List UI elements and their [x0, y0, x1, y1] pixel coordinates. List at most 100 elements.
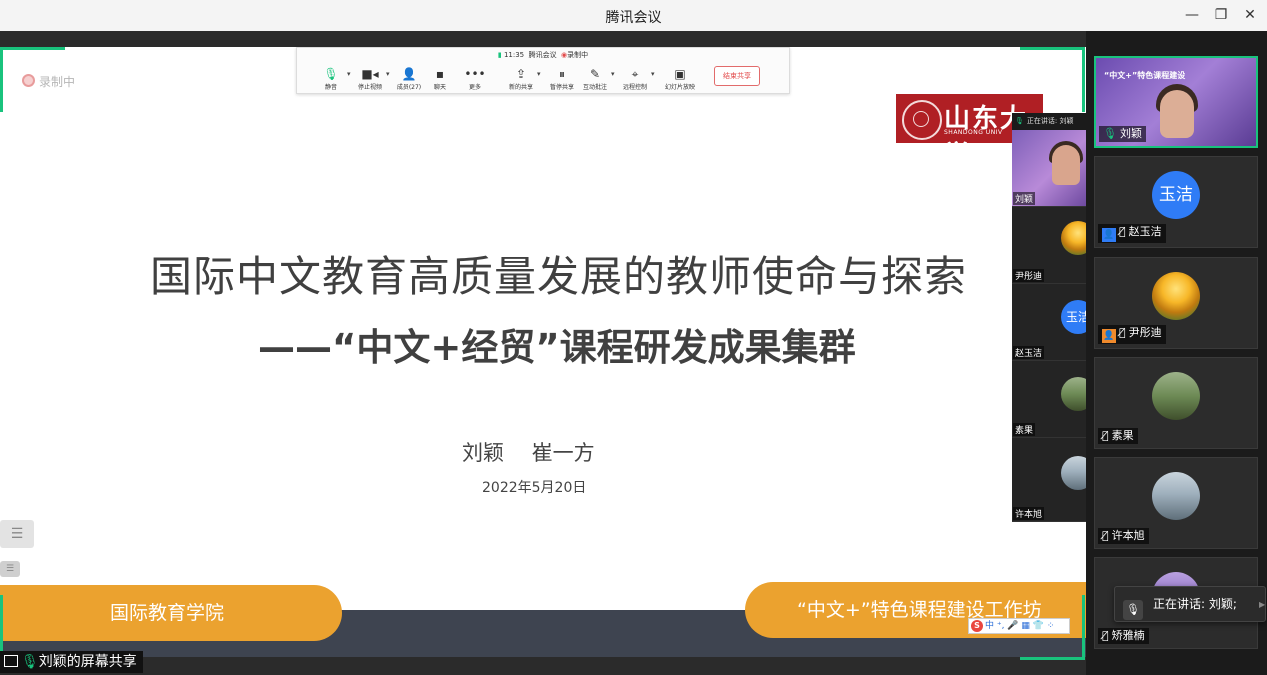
window-title: 腾讯会议 [605, 10, 662, 26]
end-share-button[interactable]: 结束共享 [714, 66, 760, 86]
participant-tile[interactable]: 🎙̸ 素果 [1094, 357, 1258, 449]
mini-speaking-text: 正在讲话: 刘颖 [1026, 117, 1074, 125]
stop-video-button[interactable]: ■◂ 停止视频 [353, 67, 387, 91]
slide-title: 国际中文教育高质量发展的教师使命与探索 [150, 252, 968, 301]
slide-subtitle: ——“中文+经贸”课程研发成果集群 [258, 326, 856, 369]
mini-tile-name: 赵玉洁 [1013, 346, 1045, 359]
tree-avatar [1061, 377, 1086, 411]
mini-tile-name: 尹彤迪 [1013, 269, 1045, 282]
participant-tile-active[interactable]: “中文+”特色课程建设 🎙 刘颖 [1094, 56, 1258, 148]
remote-control-button[interactable]: ⌖ 远程控制 [618, 67, 652, 91]
participant-tile[interactable]: 玉洁 👤 🎙̸ 赵玉洁 [1094, 156, 1258, 248]
mute-dropdown-icon[interactable]: ▾ [347, 70, 351, 78]
mini-face [1052, 145, 1080, 185]
toolbar-status: ▮ 11:35 腾讯会议 ◉录制中 [297, 50, 789, 60]
sunflower-avatar [1152, 272, 1200, 320]
mini-tile-name: 素果 [1013, 423, 1036, 436]
members-button[interactable]: 👤 成员(27) [392, 67, 426, 91]
participant-name: 刘颖 [1119, 127, 1142, 140]
list-menu-button-small[interactable]: ☰ [0, 561, 20, 577]
annotate-dropdown-icon[interactable]: ▾ [611, 70, 615, 78]
participant-nametag: 🎙 刘颖 [1099, 126, 1146, 142]
participant-name: 赵玉洁 [1128, 225, 1162, 238]
seal-icon [902, 100, 942, 140]
new-share-button[interactable]: ⇪ 新的共享 [504, 67, 538, 91]
mic-off-icon: 🎙̸ [1119, 326, 1126, 339]
close-button[interactable]: ✕ [1239, 5, 1261, 25]
more-button[interactable]: ••• 更多 [458, 67, 492, 91]
mini-tile-name: 许本旭 [1013, 507, 1045, 520]
microphone-icon: 🎙 [323, 67, 339, 81]
participant-name: 许本旭 [1111, 529, 1145, 542]
initials-avatar: 玉洁 [1152, 171, 1200, 219]
participant-nametag: 👤 🎙̸ 赵玉洁 [1098, 224, 1166, 243]
new-share-icon: ⇪ [515, 67, 527, 81]
mic-off-icon: 🎙 [1123, 600, 1143, 620]
video-dropdown-icon[interactable]: ▾ [386, 70, 390, 78]
logo-en: SHANDONG UNIV [944, 129, 1003, 136]
restore-button[interactable]: ❐ [1210, 5, 1232, 25]
remote-dropdown-icon[interactable]: ▾ [651, 70, 655, 78]
slide-date: 2022年5月20日 [482, 480, 587, 496]
recording-label: 录制中 [39, 75, 76, 89]
mini-tile[interactable]: 素果 [1012, 361, 1086, 438]
shared-slide: 山东大学 SHANDONG UNIV 国际中文教育高质量发展的教师使命与探索 —… [0, 47, 1086, 657]
slideshow-icon: ▣ [674, 67, 686, 81]
screen-icon [4, 655, 18, 667]
participant-tile[interactable]: 🎙̸ 许本旭 [1094, 457, 1258, 549]
mic-on-icon: 🎙 [21, 654, 39, 670]
share-stage: 山东大学 SHANDONG UNIV 国际中文教育高质量发展的教师使命与探索 —… [0, 31, 1086, 675]
record-dot-icon [22, 74, 35, 87]
list-icon: ☰ [10, 526, 24, 542]
mini-speaking-header: 🎙 正在讲话: 刘颖 [1012, 113, 1086, 130]
user-badge-icon: 👤 [1102, 228, 1116, 242]
mini-participant-strip: 🎙正在讲话: 刘颖 刘颖 尹彤迪 玉洁 赵玉洁 素果 许本旭 [1012, 113, 1086, 522]
more-icon: ••• [464, 67, 486, 81]
pause-share-button[interactable]: ⏸ 暂停共享 [545, 67, 579, 91]
list-icon-small: ☰ [5, 564, 15, 574]
toolbar-recording-status: 录制中 [567, 51, 589, 59]
mini-tile[interactable]: 玉洁 赵玉洁 [1012, 284, 1086, 361]
video-face [1160, 90, 1194, 138]
mic-off-icon: 🎙̸ [1102, 629, 1109, 642]
chat-icon: ▪ [435, 67, 445, 81]
city-avatar [1061, 456, 1086, 490]
participant-name: 尹彤迪 [1128, 326, 1162, 339]
speaking-popup-text: 正在讲话: 刘颖; [1153, 597, 1237, 611]
share-dropdown-icon[interactable]: ▾ [537, 70, 541, 78]
participant-tile[interactable]: 👤 🎙̸ 尹彤迪 [1094, 257, 1258, 349]
mini-tile[interactable]: 尹彤迪 [1012, 207, 1086, 284]
window-titlebar: 腾讯会议 — ❐ ✕ [0, 0, 1267, 32]
mic-on-icon: 🎙 [1015, 117, 1024, 125]
recording-indicator: 录制中 [22, 73, 75, 90]
annotate-button[interactable]: ✎ 互动批注 [578, 67, 612, 91]
video-banner-text: “中文+”特色课程建设 [1104, 71, 1186, 80]
mic-on-icon: 🎙 [1103, 127, 1117, 140]
participant-nametag: 🎙̸ 矫雅楠 [1098, 628, 1149, 644]
mic-off-icon: 🎙̸ [1102, 429, 1109, 442]
mute-button[interactable]: 🎙 静音 [314, 67, 348, 91]
initials-avatar: 玉洁 [1061, 300, 1086, 334]
signal-icon: ▮ [497, 51, 502, 59]
remote-control-icon: ⌖ [631, 67, 639, 81]
chat-button[interactable]: ▪ 聊天 [423, 67, 457, 91]
annotate-icon: ✎ [589, 67, 601, 81]
footer-left-text: 国际教育学院 [110, 602, 225, 624]
participant-panel: “中文+”特色课程建设 🎙 刘颖 玉洁 👤 🎙̸ 赵玉洁 👤 🎙̸ 尹彤迪 🎙̸ 素果 🎙̸… [1086, 31, 1267, 675]
minimize-button[interactable]: — [1181, 5, 1203, 25]
slideshow-button[interactable]: ▣ 幻灯片放映 [663, 67, 697, 91]
participant-nametag: 👤 🎙̸ 尹彤迪 [1098, 325, 1166, 344]
participant-nametag: 🎙̸ 素果 [1098, 428, 1138, 444]
list-menu-button[interactable]: ☰ [0, 520, 34, 548]
mini-tile-video[interactable]: 刘颖 [1012, 130, 1086, 207]
speaking-popup: 🎙 正在讲话: 刘颖; [1114, 586, 1266, 622]
mini-tile[interactable]: 许本旭 [1012, 438, 1086, 522]
scroll-right-icon[interactable]: ▶ [1259, 600, 1265, 609]
sogou-ime-icon: S [971, 620, 983, 632]
city-avatar [1152, 472, 1200, 520]
toolbar-app-name: 腾讯会议 [528, 51, 557, 59]
mini-tile-name: 刘颖 [1013, 192, 1036, 205]
members-icon: 👤 [401, 67, 417, 81]
user-badge-icon: 👤 [1102, 329, 1116, 343]
sunflower-avatar [1061, 221, 1086, 255]
